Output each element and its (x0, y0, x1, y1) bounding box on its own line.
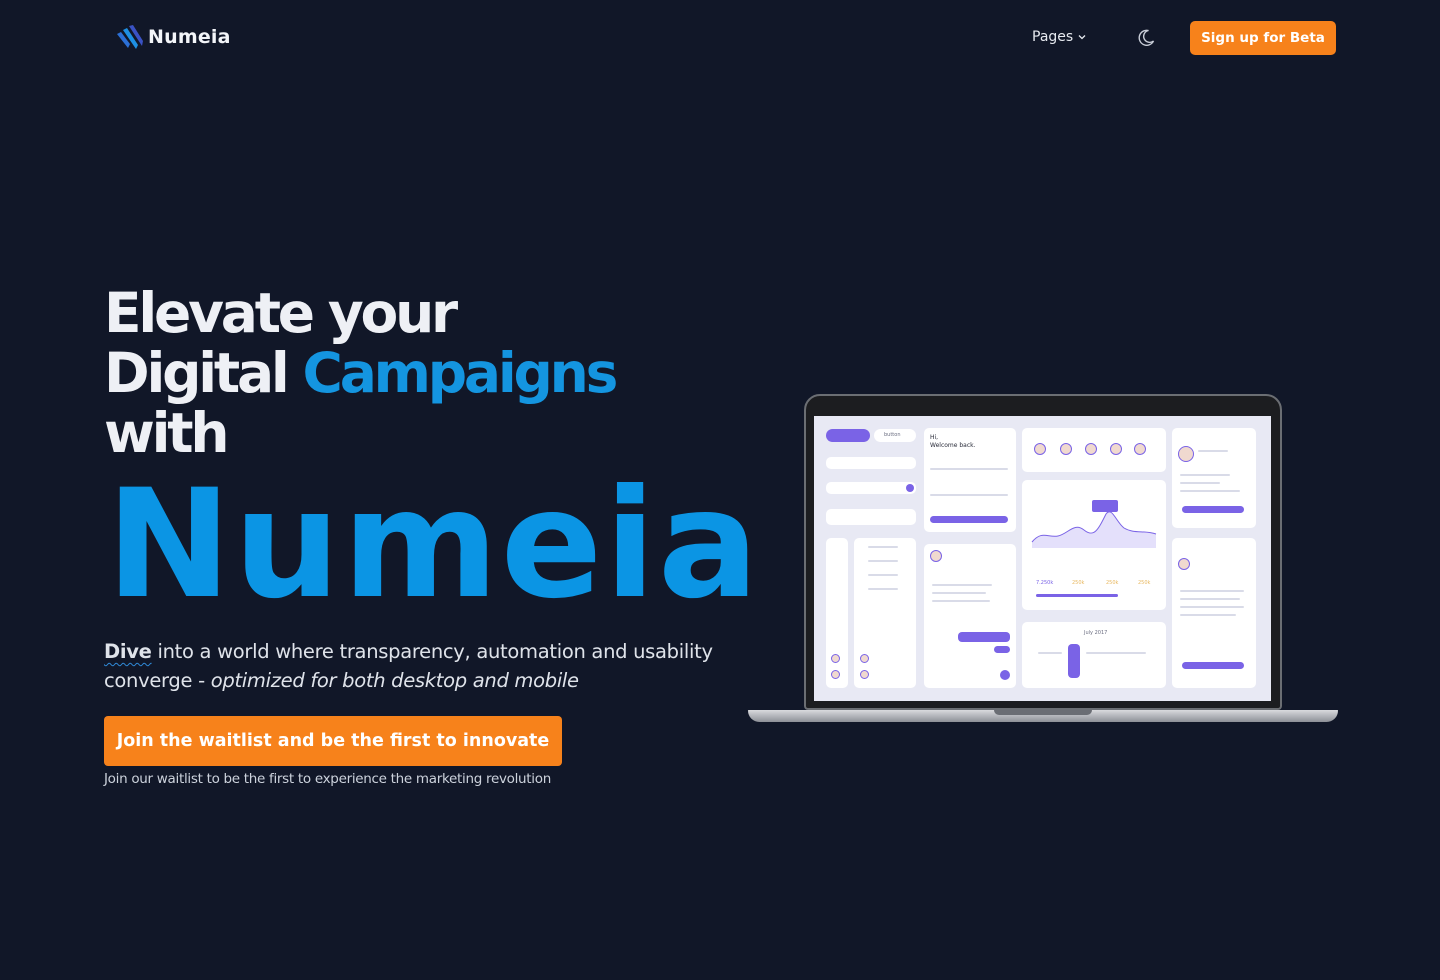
laptop-mockup: button Hi, Welcome back. 7.250k 250k 250… (748, 394, 1338, 734)
mock-sidebar-small (826, 538, 848, 688)
mock-welcome-card: Hi, Welcome back. (924, 428, 1016, 532)
hero-line-1: Elevate your (104, 281, 458, 345)
hero-line-2: Digital Campaigns (104, 346, 618, 401)
mock-calendar-month: July 2017 (1084, 630, 1108, 636)
mock-chart-card: 7.250k 250k 250k 250k (1022, 480, 1166, 610)
brand-name: Numeia (148, 26, 231, 48)
mock-calendar-card: July 2017 (1022, 622, 1166, 688)
mock-profile-card (1172, 428, 1256, 528)
signup-beta-button[interactable]: Sign up for Beta (1190, 21, 1336, 55)
join-waitlist-button[interactable]: Join the waitlist and be the first to in… (104, 716, 562, 766)
mock-welcome-hi: Hi, (930, 434, 939, 441)
dashboard-screenshot: button Hi, Welcome back. 7.250k 250k 250… (814, 416, 1271, 701)
brand-link[interactable]: Numeia (114, 22, 231, 52)
pages-label: Pages (1032, 29, 1074, 45)
top-nav: Numeia Pages Sign up for Beta (0, 0, 1440, 76)
mock-stat-2: 250k (1072, 580, 1085, 586)
logo-icon (117, 25, 143, 49)
sub-dive: Dive (104, 640, 152, 663)
mock-review-card (1172, 538, 1256, 688)
laptop-notch (994, 710, 1092, 715)
mock-stat-1: 7.250k (1036, 580, 1054, 586)
mock-stat-3: 250k (1106, 580, 1119, 586)
hero-brand-big: Numeia (106, 458, 761, 632)
moon-icon[interactable] (1136, 28, 1156, 48)
mock-welcome-text: Welcome back. (930, 442, 976, 449)
hero-line-2-campaigns: Campaigns (302, 341, 619, 405)
sub-italic: optimized for both desktop and mobile (210, 669, 579, 692)
chevron-down-icon (1078, 35, 1086, 40)
mock-stat-4: 250k (1138, 580, 1151, 586)
mock-button-text: button (884, 432, 901, 438)
mock-contacts-card (1022, 428, 1166, 472)
mock-sidebar (854, 538, 916, 688)
hero-line-3: with (104, 401, 230, 465)
mock-area-chart (1031, 500, 1157, 548)
mock-chat-card (924, 544, 1016, 688)
cta-note: Join our waitlist to be the first to exp… (104, 771, 551, 787)
pages-dropdown[interactable]: Pages (1032, 29, 1087, 45)
mock-controls: button (822, 424, 918, 532)
hero-line-2-digital: Digital (104, 341, 290, 405)
hero-subtitle: Dive into a world where transparency, au… (104, 637, 724, 695)
